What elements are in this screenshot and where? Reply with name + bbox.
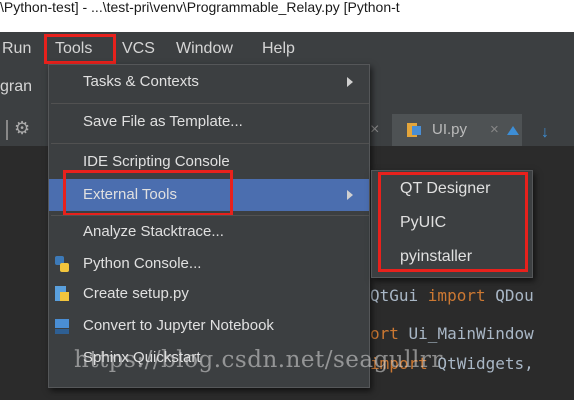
menu-item-ide-scripting-console[interactable]: IDE Scripting Console [49, 147, 369, 177]
code-line: QtGui import QDou [370, 286, 534, 305]
code-line: ort Ui_MainWindow [370, 324, 534, 343]
arrow-down-icon[interactable]: ↓ [541, 124, 549, 142]
window-title-bar: \Python-test] - ...\test-pri\venv\Progra… [0, 0, 574, 32]
submenu-item-pyinstaller[interactable]: pyinstaller [372, 241, 532, 273]
notebook-icon [55, 319, 69, 334]
menu-item-save-template[interactable]: Save File as Template... [49, 107, 369, 137]
arrow-up-icon[interactable] [507, 126, 519, 135]
close-tab-icon[interactable]: × [370, 114, 379, 146]
menu-item-analyze-stacktrace[interactable]: Analyze Stacktrace... [49, 217, 369, 247]
submenu-arrow-icon [347, 77, 353, 87]
menu-item-convert-jupyter[interactable]: Convert to Jupyter Notebook [49, 311, 369, 341]
menu-item-tasks-contexts[interactable]: Tasks & Contexts [49, 67, 369, 97]
window-title: \Python-test] - ...\test-pri\venv\Progra… [0, 0, 400, 15]
close-tab-icon[interactable]: × [490, 114, 499, 146]
watermark: https://blog.csdn.net/seagullrr [74, 347, 443, 373]
menu-vcs[interactable]: VCS [122, 38, 155, 60]
tools-menu: Tasks & Contexts Save File as Template..… [48, 64, 370, 388]
submenu-item-pyuic[interactable]: PyUIC [372, 207, 532, 239]
external-tools-submenu: QT Designer PyUIC pyinstaller [371, 170, 533, 278]
menu-separator [51, 103, 369, 104]
submenu-arrow-icon [347, 190, 353, 200]
settings-icon[interactable]: ⚙ [14, 118, 30, 139]
tab-label: UI.py [432, 121, 468, 138]
tab-ui-py[interactable]: UI.py × [392, 114, 522, 146]
python-file-icon [407, 123, 421, 137]
menu-window[interactable]: Window [176, 38, 233, 60]
menu-run[interactable]: Run [2, 38, 31, 60]
menu-tools[interactable]: Tools [55, 38, 92, 60]
menu-separator [51, 143, 369, 144]
menu-help[interactable]: Help [262, 38, 295, 60]
menu-separator [51, 215, 369, 216]
menu-item-create-setup[interactable]: Create setup.py [49, 279, 369, 309]
menu-item-python-console[interactable]: Python Console... [49, 249, 369, 279]
toolbar-fragment: gran [0, 78, 33, 95]
python-file-icon [55, 286, 69, 301]
menu-item-external-tools[interactable]: External Tools [49, 179, 369, 211]
menu-bar: Run Tools VCS Window Help [0, 32, 574, 64]
python-icon [55, 256, 69, 272]
tab-divider [6, 120, 8, 140]
submenu-item-qt-designer[interactable]: QT Designer [372, 173, 532, 205]
